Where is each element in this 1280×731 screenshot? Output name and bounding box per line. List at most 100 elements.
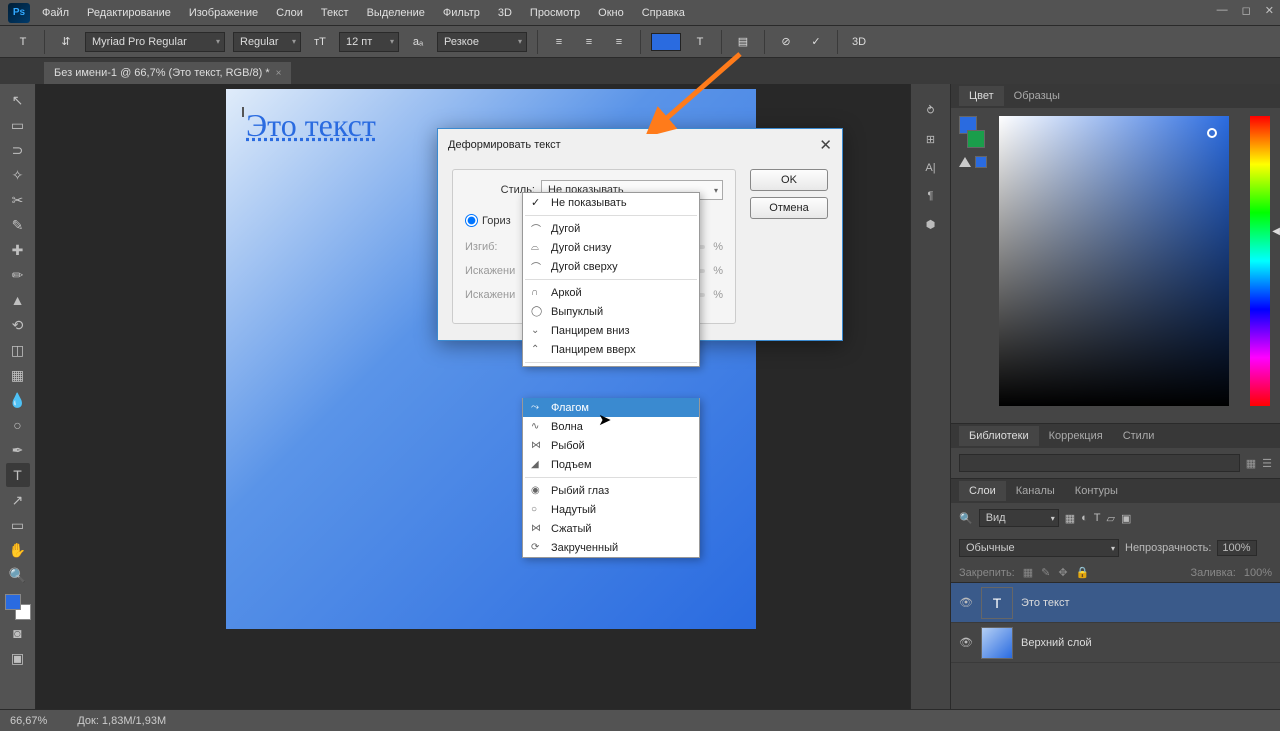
layer-row[interactable]: 👁 T Это текст <box>951 583 1280 623</box>
screenmode-tool[interactable]: ▣ <box>6 646 30 670</box>
dd-item-fisheye[interactable]: ◉Рыбий глаз <box>523 481 699 500</box>
dd-item-twist[interactable]: ⟳Закрученный <box>523 538 699 557</box>
menu-view[interactable]: Просмотр <box>530 7 580 19</box>
menu-help[interactable]: Справка <box>642 7 685 19</box>
shape-tool[interactable]: ▭ <box>6 513 30 537</box>
move-tool[interactable]: ↖ <box>6 88 30 112</box>
tab-paths[interactable]: Контуры <box>1065 481 1128 501</box>
pen-tool[interactable]: ✒ <box>6 438 30 462</box>
font-size-dropdown[interactable]: 12 пт <box>339 32 399 52</box>
history-brush-tool[interactable]: ⟲ <box>6 313 30 337</box>
gradient-tool[interactable]: ▦ <box>6 363 30 387</box>
menu-type[interactable]: Текст <box>321 7 349 19</box>
blend-mode-dropdown[interactable]: Обычные <box>959 539 1119 557</box>
lasso-tool[interactable]: ⊃ <box>6 138 30 162</box>
3d-icon[interactable]: 3D <box>847 30 871 54</box>
crop-tool[interactable]: ✂ <box>6 188 30 212</box>
menu-window[interactable]: Окно <box>598 7 624 19</box>
brush-tool[interactable]: ✏ <box>6 263 30 287</box>
paragraph-icon[interactable]: ¶ <box>928 190 934 202</box>
dd-item-fish[interactable]: ⋈Рыбой <box>523 436 699 455</box>
filter-kind-dropdown[interactable]: Вид <box>979 509 1059 527</box>
3d-panel-icon[interactable]: ⬢ <box>926 218 936 231</box>
properties-icon[interactable]: ⊞ <box>926 133 935 146</box>
layer-name[interactable]: Верхний слой <box>1021 637 1092 649</box>
dd-item-inflate[interactable]: ○Надутый <box>523 500 699 519</box>
dd-item-arch[interactable]: ∩Аркой <box>523 283 699 302</box>
antialias-dropdown[interactable]: Резкое <box>437 32 527 52</box>
type-tool[interactable]: T <box>6 463 30 487</box>
window-minimize[interactable]: — <box>1217 4 1228 17</box>
character-icon[interactable]: A| <box>925 162 935 174</box>
filter-adj-icon[interactable]: ◐ <box>1081 512 1088 524</box>
filter-pixel-icon[interactable]: ▦ <box>1065 512 1075 525</box>
menu-layers[interactable]: Слои <box>276 7 303 19</box>
foreground-color[interactable] <box>5 594 21 610</box>
lock-pos-icon[interactable]: ✥ <box>1058 566 1067 579</box>
tab-layers[interactable]: Слои <box>959 481 1006 501</box>
dd-item-bulge[interactable]: ◯Выпуклый <box>523 302 699 321</box>
window-close[interactable]: ✕ <box>1265 4 1274 17</box>
healing-tool[interactable]: ✚ <box>6 238 30 262</box>
commit-icon[interactable]: ✓ <box>804 30 828 54</box>
align-left-icon[interactable]: ≡ <box>547 30 571 54</box>
tab-channels[interactable]: Каналы <box>1006 481 1065 501</box>
lib-grid-icon[interactable]: ▦ <box>1246 457 1256 470</box>
bg-swatch[interactable] <box>967 130 985 148</box>
tab-close-icon[interactable]: × <box>276 68 282 79</box>
filter-smart-icon[interactable]: ▣ <box>1121 512 1131 525</box>
hand-tool[interactable]: ✋ <box>6 538 30 562</box>
font-family-dropdown[interactable]: Myriad Pro Regular <box>85 32 225 52</box>
dd-item-shell-lower[interactable]: ⌄Панцирем вниз <box>523 321 699 340</box>
dd-item-none[interactable]: Не показывать <box>523 193 699 212</box>
color-swatches[interactable] <box>5 594 31 620</box>
dd-item-arc-upper[interactable]: ⌒Дугой сверху <box>523 257 699 276</box>
window-maximize[interactable]: ◻ <box>1242 4 1251 17</box>
dd-item-arc-lower[interactable]: ⌓Дугой снизу <box>523 238 699 257</box>
dialog-close-icon[interactable]: ✕ <box>819 136 832 154</box>
color-field[interactable] <box>999 116 1229 406</box>
document-tab[interactable]: Без имени-1 @ 66,7% (Это текст, RGB/8) *… <box>44 62 291 84</box>
filter-type-icon[interactable]: T <box>1094 512 1101 524</box>
library-dropdown[interactable] <box>959 454 1240 472</box>
filter-icon[interactable]: 🔍 <box>959 512 973 525</box>
blur-tool[interactable]: 💧 <box>6 388 30 412</box>
horiz-radio[interactable] <box>465 214 478 227</box>
menu-filter[interactable]: Фильтр <box>443 7 480 19</box>
lib-list-icon[interactable]: ☰ <box>1262 457 1272 470</box>
hue-slider[interactable] <box>1250 116 1270 406</box>
path-tool[interactable]: ↗ <box>6 488 30 512</box>
menu-image[interactable]: Изображение <box>189 7 258 19</box>
text-orientation-icon[interactable]: ⇵ <box>54 30 78 54</box>
text-color-swatch[interactable] <box>651 33 681 51</box>
ok-button[interactable]: OK <box>750 169 828 191</box>
font-weight-dropdown[interactable]: Regular <box>233 32 301 52</box>
visibility-icon[interactable]: 👁 <box>959 596 973 609</box>
lock-paint-icon[interactable]: ✎ <box>1041 566 1050 579</box>
dd-item-shell-upper[interactable]: ⌃Панцирем вверх <box>523 340 699 359</box>
menu-file[interactable]: Файл <box>42 7 69 19</box>
dodge-tool[interactable]: ○ <box>6 413 30 437</box>
marquee-tool[interactable]: ▭ <box>6 113 30 137</box>
align-center-icon[interactable]: ≡ <box>577 30 601 54</box>
tab-color[interactable]: Цвет <box>959 86 1004 106</box>
visibility-icon[interactable]: 👁 <box>959 636 973 649</box>
filter-shape-icon[interactable]: ▱ <box>1107 512 1115 525</box>
eyedropper-tool[interactable]: ✎ <box>6 213 30 237</box>
history-icon[interactable]: ⥁ <box>927 104 935 117</box>
stamp-tool[interactable]: ▲ <box>6 288 30 312</box>
wand-tool[interactable]: ✧ <box>6 163 30 187</box>
lock-trans-icon[interactable]: ▦ <box>1023 566 1033 579</box>
menu-3d[interactable]: 3D <box>498 7 512 19</box>
dd-item-squeeze[interactable]: ⋈Сжатый <box>523 519 699 538</box>
menu-edit[interactable]: Редактирование <box>87 7 171 19</box>
dd-item-rise[interactable]: ◢Подъем <box>523 455 699 474</box>
opacity-value[interactable]: 100% <box>1217 540 1257 556</box>
layer-name[interactable]: Это текст <box>1021 597 1070 609</box>
menu-select[interactable]: Выделение <box>367 7 425 19</box>
align-right-icon[interactable]: ≡ <box>607 30 631 54</box>
cancel-button[interactable]: Отмена <box>750 197 828 219</box>
quickmask-tool[interactable]: ◙ <box>6 621 30 645</box>
eraser-tool[interactable]: ◫ <box>6 338 30 362</box>
dd-item-flag[interactable]: ⤳Флагом <box>523 398 699 417</box>
